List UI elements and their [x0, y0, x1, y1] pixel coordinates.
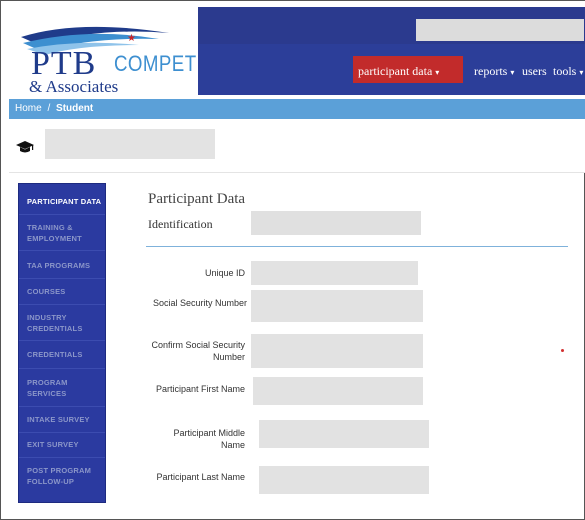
confirm-ssn-label-line2: Number: [212, 352, 245, 362]
star-icon: ★: [127, 33, 136, 44]
unique-id-label: Unique ID: [204, 268, 245, 278]
chevron-down-icon: ▾: [435, 67, 440, 77]
breadcrumb-separator: /: [47, 103, 51, 114]
middle-name-label-line1: Participant Middle: [173, 428, 245, 438]
middle-name-input[interactable]: [259, 420, 429, 448]
nav-users[interactable]: users: [522, 64, 547, 79]
page-title: Participant Data: [148, 191, 246, 207]
nav-reports[interactable]: reports ▾: [474, 64, 514, 79]
first-name-input[interactable]: [253, 377, 423, 405]
sidebar-divider: [19, 406, 105, 407]
sidebar-item-program-line2[interactable]: SERVICES: [27, 388, 66, 399]
required-indicator: [561, 349, 564, 352]
sidebar-item-post-program-line1[interactable]: POST PROGRAM: [27, 465, 91, 476]
main-navbar: participant data ▾ reports ▾ users tools ▾: [198, 44, 585, 95]
sidebar-item-industry-line1[interactable]: INDUSTRY: [27, 312, 67, 323]
sidebar-item-training-line1[interactable]: TRAINING &: [27, 222, 73, 233]
section-divider: [146, 246, 568, 247]
confirm-ssn-input[interactable]: [251, 334, 423, 368]
middle-name-label-line2: Name: [220, 440, 245, 450]
nav-participant-data[interactable]: participant data ▾: [358, 64, 439, 79]
first-name-label: Participant First Name: [155, 384, 245, 394]
unique-id-input[interactable]: [251, 261, 418, 285]
chevron-down-icon: ▾: [510, 67, 515, 77]
breadcrumb-current: Student: [56, 103, 94, 114]
sidebar-item-industry-line2[interactable]: CREDENTIALS: [27, 323, 83, 334]
graduation-cap-icon: [16, 141, 34, 153]
student-name-redacted: [45, 129, 215, 159]
sidebar-item-participant-data[interactable]: PARTICIPANT DATA: [27, 196, 101, 207]
sidebar-divider: [19, 340, 105, 341]
sidebar-divider: [19, 457, 105, 458]
chevron-down-icon: ▾: [579, 67, 584, 77]
nav-users-label: users: [522, 64, 547, 78]
ssn-input[interactable]: [251, 290, 423, 322]
breadcrumb: Home / Student: [9, 99, 585, 119]
nav-tools[interactable]: tools ▾: [553, 64, 583, 79]
nav-participant-data-label: participant data: [358, 64, 433, 78]
breadcrumb-home[interactable]: Home: [15, 103, 42, 114]
nav-tools-label: tools: [553, 64, 577, 78]
ssn-label: Social Security Number: [152, 298, 247, 308]
sidebar-divider: [19, 250, 105, 251]
sidebar-item-program-line1[interactable]: PROGRAM: [27, 377, 68, 388]
identification-redacted: [251, 211, 421, 235]
sidebar-divider: [19, 304, 105, 305]
nav-reports-label: reports: [474, 64, 508, 78]
sidebar-item-training-line2[interactable]: EMPLOYMENT: [27, 233, 82, 244]
logo-associates-text: & Associates: [29, 77, 119, 96]
sidebar-divider: [19, 214, 105, 215]
last-name-label: Participant Last Name: [156, 472, 245, 482]
sidebar-divider: [19, 368, 105, 369]
sidebar-divider: [19, 432, 105, 433]
sidebar-item-post-program-line2[interactable]: FOLLOW-UP: [27, 476, 74, 487]
sidebar-divider: [19, 278, 105, 279]
section-heading-identification: Identification: [148, 217, 213, 231]
sidebar-item-courses[interactable]: COURSES: [27, 286, 66, 297]
sidebar: PARTICIPANT DATA TRAINING & EMPLOYMENT T…: [18, 183, 106, 503]
sidebar-item-intake-survey[interactable]: INTAKE SURVEY: [27, 414, 90, 425]
redacted-header-field: [416, 19, 584, 41]
sidebar-item-credentials[interactable]: CREDENTIALS: [27, 349, 83, 360]
header: ★ PTB COMPETE & Associates participant d…: [1, 1, 585, 99]
logo-compete-text: COMPETE: [114, 51, 210, 76]
sidebar-item-exit-survey[interactable]: EXIT SURVEY: [27, 439, 79, 450]
confirm-ssn-label-line1: Confirm Social Security: [151, 340, 245, 350]
ptb-logo[interactable]: ★ PTB COMPETE & Associates: [9, 7, 209, 96]
sidebar-item-taa-programs[interactable]: TAA PROGRAMS: [27, 260, 90, 271]
last-name-input[interactable]: [259, 466, 429, 494]
